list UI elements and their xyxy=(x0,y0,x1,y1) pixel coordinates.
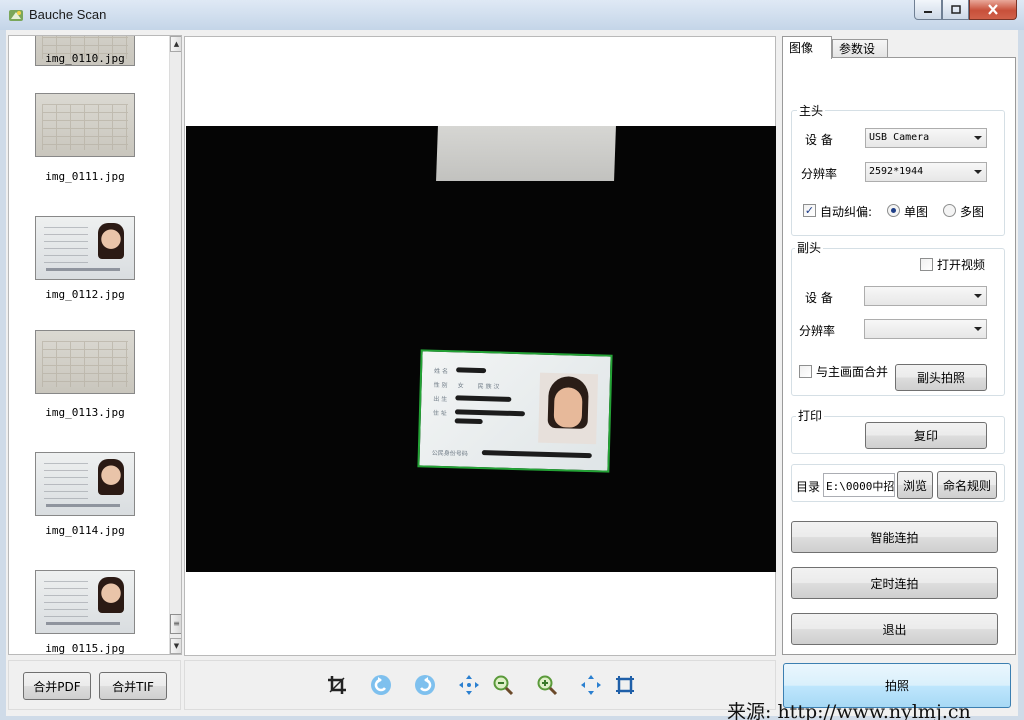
image-tab-panel: 主头 设 备 USB Camera 分辨率 2592*1944 ✓ 自动纠偏: … xyxy=(782,57,1016,655)
tab-params[interactable]: 参数设置 xyxy=(832,39,888,73)
thumbnail-image[interactable] xyxy=(35,570,135,634)
zoom-in-icon xyxy=(537,675,558,696)
paper-edge xyxy=(436,126,616,181)
close-button[interactable] xyxy=(969,0,1017,20)
minimize-button[interactable] xyxy=(914,0,942,20)
thumbnail-label[interactable]: img_0115.jpg xyxy=(9,642,161,654)
title-bar: Bauche Scan xyxy=(0,0,1024,30)
merge-pdf-button[interactable]: 合并PDF xyxy=(23,672,91,700)
exit-button[interactable]: 退出 xyxy=(791,613,998,645)
close-icon xyxy=(988,4,998,15)
minimize-icon xyxy=(924,10,932,13)
zoom-in-button[interactable] xyxy=(535,673,559,697)
merge-main-label: 与主画面合并 xyxy=(816,365,889,379)
sub-device-label: 设 备 xyxy=(805,291,833,305)
thumbnail-image[interactable] xyxy=(35,452,135,516)
preview-panel: 姓 名 性 别 女 民 族 汉 出 生 住 址 公民身份号码 xyxy=(184,36,776,656)
main-head-title: 主头 xyxy=(797,102,826,119)
thumbnail-image[interactable] xyxy=(35,330,135,394)
thumbnail-image[interactable] xyxy=(35,93,135,157)
maximize-icon xyxy=(950,5,961,14)
thumbnail-scrollbar[interactable]: ▲ ≡ ▼ xyxy=(169,36,181,654)
copy-button[interactable]: 复印 xyxy=(865,422,987,449)
window-title: Bauche Scan xyxy=(29,7,107,22)
id-photo xyxy=(538,372,599,445)
move-button[interactable] xyxy=(457,673,481,697)
smart-burst-button[interactable]: 智能连拍 xyxy=(791,521,998,553)
client-area: img_0110.jpg img_0111.jpg img_0112.jpg i… xyxy=(6,30,1018,716)
multi-image-radio[interactable] xyxy=(943,204,956,217)
auto-deskew-checkbox[interactable]: ✓ xyxy=(803,204,816,217)
rotate-left-button[interactable] xyxy=(369,673,393,697)
scroll-down-arrow-icon[interactable]: ▼ xyxy=(170,638,181,654)
rotate-right-icon xyxy=(415,675,435,695)
sub-head-capture-button[interactable]: 副头拍照 xyxy=(895,364,987,391)
chevron-down-icon xyxy=(974,170,982,174)
chevron-down-icon xyxy=(974,327,982,331)
thumbnail-label[interactable]: img_0112.jpg xyxy=(9,288,161,301)
merge-main-checkbox[interactable] xyxy=(799,365,812,378)
browse-button[interactable]: 浏览 xyxy=(897,471,933,499)
directory-label: 目录 xyxy=(796,480,821,494)
settings-tabs: 图像 参数设置 xyxy=(782,36,1015,73)
app-icon xyxy=(9,10,23,21)
thumbnail-label[interactable]: img_0113.jpg xyxy=(9,406,161,419)
zoom-out-icon xyxy=(493,675,514,696)
sub-device-select[interactable] xyxy=(864,286,987,306)
detected-id-card: 姓 名 性 别 女 民 族 汉 出 生 住 址 公民身份号码 xyxy=(417,349,613,473)
crop-button[interactable] xyxy=(325,673,349,697)
tab-image[interactable]: 图像 xyxy=(782,36,832,59)
watermark-text: 来源: http://www.nylmj.cn xyxy=(727,701,971,720)
directory-path-input[interactable]: E:\0000中招 xyxy=(823,473,895,497)
open-video-label: 打开视频 xyxy=(937,258,986,272)
scroll-thumb[interactable]: ≡ xyxy=(170,614,181,634)
chevron-down-icon xyxy=(974,136,982,140)
fullscreen-icon xyxy=(616,676,634,694)
sub-resolution-label: 分辨率 xyxy=(799,324,836,338)
image-toolbar xyxy=(184,660,776,710)
open-video-checkbox[interactable] xyxy=(920,258,933,271)
naming-rule-button[interactable]: 命名规则 xyxy=(937,471,997,499)
rotate-left-icon xyxy=(371,675,391,695)
timed-burst-button[interactable]: 定时连拍 xyxy=(791,567,998,599)
print-title: 打印 xyxy=(796,407,825,424)
main-resolution-label: 分辨率 xyxy=(801,167,838,181)
thumbnail-label[interactable]: img_0110.jpg xyxy=(9,52,161,65)
main-device-select[interactable]: USB Camera xyxy=(865,128,987,148)
multi-image-label: 多图 xyxy=(960,205,985,219)
fit-button[interactable] xyxy=(579,673,603,697)
crop-icon xyxy=(328,676,346,694)
thumbnail-label[interactable]: img_0114.jpg xyxy=(9,524,161,537)
single-image-label: 单图 xyxy=(904,205,929,219)
chevron-down-icon xyxy=(974,294,982,298)
scroll-up-arrow-icon[interactable]: ▲ xyxy=(170,36,181,52)
thumbnail-label[interactable]: img_0111.jpg xyxy=(9,170,161,183)
single-image-radio[interactable] xyxy=(887,204,900,217)
maximize-button[interactable] xyxy=(942,0,969,20)
merge-toolbar: 合并PDF 合并TIF xyxy=(8,660,181,710)
main-resolution-select[interactable]: 2592*1944 xyxy=(865,162,987,182)
auto-deskew-label: 自动纠偏: xyxy=(820,205,873,219)
move-icon xyxy=(459,675,479,695)
rotate-right-button[interactable] xyxy=(413,673,437,697)
merge-tif-button[interactable]: 合并TIF xyxy=(99,672,167,700)
sub-resolution-select[interactable] xyxy=(864,319,987,339)
camera-view[interactable]: 姓 名 性 别 女 民 族 汉 出 生 住 址 公民身份号码 xyxy=(186,126,776,572)
sub-head-title: 副头 xyxy=(795,239,824,256)
thumbnail-list: img_0110.jpg img_0111.jpg img_0112.jpg i… xyxy=(8,35,182,655)
fullscreen-button[interactable] xyxy=(613,673,637,697)
thumbnail-image[interactable] xyxy=(35,216,135,280)
zoom-out-button[interactable] xyxy=(491,673,515,697)
main-device-label: 设 备 xyxy=(805,133,833,147)
fit-icon xyxy=(581,675,601,695)
